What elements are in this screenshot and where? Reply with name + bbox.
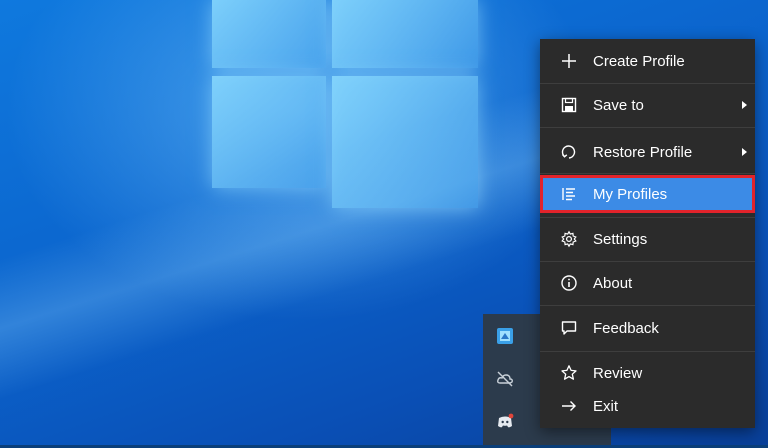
menu-item-label: Feedback — [593, 319, 659, 337]
menu-item-label: Settings — [593, 230, 648, 248]
plus-icon — [559, 51, 579, 71]
submenu-arrow-icon — [742, 101, 747, 109]
save-icon — [559, 95, 579, 115]
menu-separator — [540, 351, 755, 352]
app-tray-icon[interactable] — [495, 326, 515, 346]
logo-pane — [212, 0, 326, 68]
gear-icon — [559, 229, 579, 249]
exit-arrow-icon — [559, 396, 579, 416]
logo-pane — [332, 76, 478, 208]
menu-item-label: About — [593, 274, 633, 292]
menu-separator — [540, 127, 755, 128]
menu-item-save-to[interactable]: Save to — [540, 85, 755, 125]
menu-item-my-profiles[interactable]: My Profiles — [540, 175, 755, 213]
discord-icon[interactable] — [495, 412, 515, 432]
menu-item-label: Restore Profile — [593, 143, 693, 161]
menu-item-label: Exit — [593, 397, 619, 415]
menu-item-restore-profile[interactable]: Restore Profile — [540, 132, 755, 172]
menu-item-about[interactable]: About — [540, 263, 755, 303]
menu-separator — [540, 305, 755, 306]
context-menu: Create Profile Save to Restore Profile M… — [540, 39, 755, 428]
feedback-icon — [559, 318, 579, 338]
list-icon — [559, 184, 579, 204]
star-icon — [559, 363, 579, 383]
menu-item-label: Save to — [593, 96, 644, 114]
menu-item-exit[interactable]: Exit — [540, 386, 755, 426]
restore-icon — [559, 142, 579, 162]
menu-separator — [540, 83, 755, 84]
menu-item-create-profile[interactable]: Create Profile — [540, 41, 755, 81]
menu-separator — [540, 261, 755, 262]
cloud-off-icon[interactable] — [495, 369, 515, 389]
menu-item-label: Review — [593, 364, 643, 382]
menu-item-settings[interactable]: Settings — [540, 219, 755, 259]
menu-item-feedback[interactable]: Feedback — [540, 308, 755, 348]
menu-separator — [540, 173, 755, 174]
windows-logo — [212, 0, 478, 210]
menu-separator — [540, 217, 755, 218]
menu-item-label: Create Profile — [593, 52, 685, 70]
menu-item-label: My Profiles — [593, 185, 668, 203]
logo-pane — [212, 76, 326, 188]
logo-pane — [332, 0, 478, 68]
info-icon — [559, 273, 579, 293]
submenu-arrow-icon — [742, 148, 747, 156]
